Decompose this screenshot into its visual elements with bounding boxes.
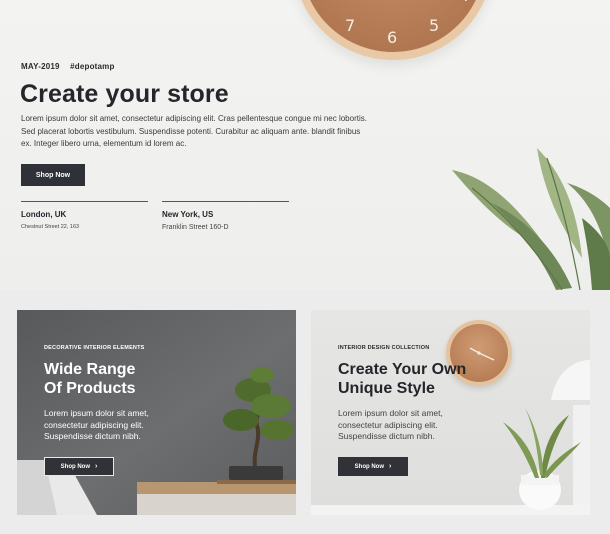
- clock-number: 6: [387, 28, 398, 47]
- card-button-label: Shop Now: [60, 463, 90, 470]
- card-description: Lorem ipsum dolor sit amet, consectetur …: [338, 408, 443, 441]
- divider: [21, 201, 148, 202]
- hero-banner: 7 6 5 4 MAY-2019 #depotamp Create your s…: [0, 0, 610, 290]
- wall-clock-image: 7 6 5 4: [293, 0, 493, 60]
- location-address-newyork: Franklin Street 160-D: [162, 224, 229, 231]
- card-title-line2: Of Products: [44, 380, 136, 397]
- card-title: Wide Range Of Products: [44, 360, 136, 398]
- location-title-london: London, UK: [21, 210, 67, 219]
- card-title-line1: Wide Range: [44, 361, 136, 378]
- card-button-label: Shop Now: [354, 463, 384, 470]
- clock-number: 5: [429, 16, 440, 35]
- divider: [162, 201, 289, 202]
- promo-card-style: INTERIOR DESIGN COLLECTION Create Your O…: [311, 310, 590, 515]
- hero-hashtag[interactable]: #depotamp: [70, 62, 114, 71]
- hero-title: Create your store: [20, 80, 229, 108]
- chevron-right-icon: ›: [95, 463, 98, 470]
- promo-card-products: DECORATIVE INTERIOR ELEMENTS Wide Range …: [17, 310, 296, 515]
- hero-description: Lorem ipsum dolor sit amet, consectetur …: [21, 114, 367, 148]
- chevron-right-icon: ›: [389, 463, 392, 470]
- card-title: Create Your Own Unique Style: [338, 360, 466, 398]
- card-tag: DECORATIVE INTERIOR ELEMENTS: [44, 345, 145, 351]
- card-title-line2: Unique Style: [338, 380, 435, 397]
- card-tag: INTERIOR DESIGN COLLECTION: [338, 345, 430, 351]
- hero-date: MAY-2019: [21, 62, 60, 71]
- plant-image: [452, 148, 610, 290]
- hero-shop-now-button[interactable]: Shop Now: [21, 164, 85, 186]
- card-description: Lorem ipsum dolor sit amet, consectetur …: [44, 408, 149, 441]
- card-shop-now-button[interactable]: Shop Now ›: [44, 457, 114, 476]
- card-shop-now-button[interactable]: Shop Now ›: [338, 457, 408, 476]
- clock-number: 4: [459, 0, 469, 5]
- location-title-newyork: New York, US: [162, 210, 214, 219]
- card-title-line1: Create Your Own: [338, 361, 467, 378]
- location-address-london: Chestnut Street 22, 163: [21, 224, 80, 230]
- clock-number: 7: [345, 16, 356, 35]
- hero-meta: MAY-2019 #depotamp: [21, 62, 123, 71]
